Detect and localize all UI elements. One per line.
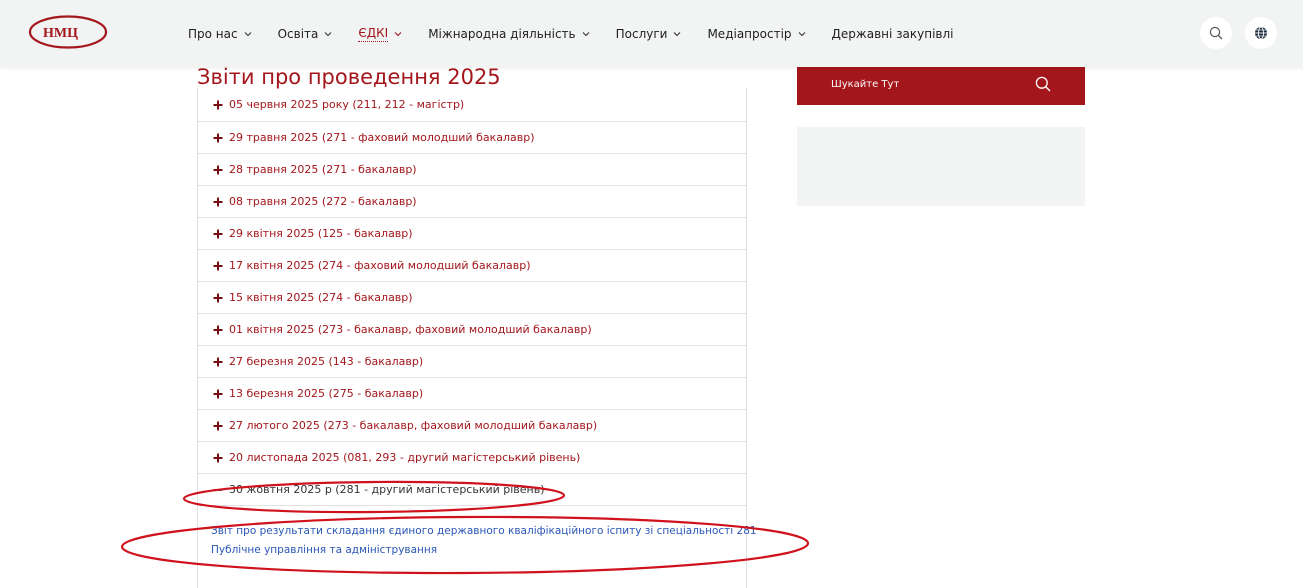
page-title: Звіти про проведення 2025 — [197, 65, 501, 89]
nmc-logo[interactable]: НМЦ — [28, 15, 108, 49]
language-button[interactable] — [1245, 17, 1277, 49]
nav-label: Медіапростір — [707, 26, 792, 41]
accordion-item[interactable]: 05 червня 2025 року (211, 212 - магістр) — [198, 88, 746, 122]
plus-icon — [213, 453, 223, 462]
accordion-item[interactable]: 17 квітня 2025 (274 - фаховий молодший б… — [198, 250, 746, 282]
site-header: НМЦ Про нас Освіта ЄДКІ Міжнародна діяль… — [0, 0, 1303, 67]
nav-label: ЄДКІ — [358, 25, 389, 42]
accordion-item-open[interactable]: 30 жовтня 2025 р (281 - другий магістерс… — [198, 474, 746, 506]
logo-text: НМЦ — [43, 26, 78, 41]
accordion-item-label: 01 квітня 2025 (273 - бакалавр, фаховий … — [229, 323, 592, 336]
plus-icon — [213, 357, 223, 366]
accordion-item-label: 27 березня 2025 (143 - бакалавр) — [229, 355, 424, 368]
chevron-down-icon — [798, 31, 805, 36]
nav-item-services[interactable]: Послуги — [616, 27, 682, 41]
nav-item-media[interactable]: Медіапростір — [707, 27, 805, 41]
nav-label: Міжнародна діяльність — [428, 26, 576, 41]
accordion-item-label: 08 травня 2025 (272 - бакалавр) — [229, 195, 417, 208]
nav-item-education[interactable]: Освіта — [278, 27, 333, 41]
accordion-item[interactable]: 13 березня 2025 (275 - бакалавр) — [198, 378, 746, 410]
chevron-down-icon — [244, 31, 251, 36]
sidebar-panel — [797, 127, 1085, 206]
accordion-item-label: 15 квітня 2025 (274 - бакалавр) — [229, 291, 413, 304]
chevron-down-icon — [325, 31, 332, 36]
search-icon[interactable] — [1035, 76, 1051, 92]
accordion-item[interactable]: 20 листопада 2025 (081, 293 - другий маг… — [198, 442, 746, 474]
nav-label: Державні закупівлі — [831, 26, 954, 41]
plus-icon — [213, 133, 223, 142]
chevron-down-icon — [674, 31, 681, 36]
plus-icon — [213, 197, 223, 206]
plus-icon — [213, 421, 223, 430]
report-link[interactable]: Звіт про результати складання єдиного де… — [211, 522, 757, 541]
accordion-item-label: 17 квітня 2025 (274 - фаховий молодший б… — [229, 259, 531, 272]
accordion-item[interactable]: 29 травня 2025 (271 - фаховий молодший б… — [198, 122, 746, 154]
nav-label: Освіта — [277, 26, 319, 41]
sidebar-search[interactable]: Шукайте Тут — [797, 64, 1085, 105]
accordion-item-label: 20 листопада 2025 (081, 293 - другий маг… — [229, 451, 581, 464]
accordion-item-label: 13 березня 2025 (275 - бакалавр) — [229, 387, 424, 400]
plus-icon — [213, 229, 223, 238]
main-nav: Про нас Освіта ЄДКІ Міжнародна діяльніст… — [188, 0, 979, 67]
nav-label: Послуги — [615, 26, 668, 41]
sidebar-search-placeholder: Шукайте Тут — [831, 79, 900, 90]
report-link-continuation[interactable]: Публічне управління та адміністрування — [211, 541, 746, 560]
plus-icon — [213, 325, 223, 334]
nav-item-procurement[interactable]: Державні закупівлі — [832, 27, 954, 41]
minus-icon — [213, 488, 223, 491]
accordion-item[interactable]: 15 квітня 2025 (274 - бакалавр) — [198, 282, 746, 314]
chevron-down-icon — [582, 31, 589, 36]
nav-item-international[interactable]: Міжнародна діяльність — [428, 27, 589, 41]
nav-item-about[interactable]: Про нас — [188, 27, 252, 41]
plus-icon — [213, 261, 223, 270]
accordion-item-label: 30 жовтня 2025 р (281 - другий магістерс… — [229, 483, 545, 496]
accordion-item[interactable]: 28 травня 2025 (271 - бакалавр) — [198, 154, 746, 186]
accordion-item-label: 28 травня 2025 (271 - бакалавр) — [229, 163, 417, 176]
accordion-item[interactable]: 08 травня 2025 (272 - бакалавр) — [198, 186, 746, 218]
plus-icon — [213, 165, 223, 174]
plus-icon — [213, 389, 223, 398]
plus-icon — [213, 100, 223, 109]
accordion-item[interactable]: 27 березня 2025 (143 - бакалавр) — [198, 346, 746, 378]
chevron-down-icon — [394, 31, 402, 36]
search-icon — [1209, 26, 1223, 40]
accordion-item[interactable]: 01 квітня 2025 (273 - бакалавр, фаховий … — [198, 314, 746, 346]
accordion-item-label: 05 червня 2025 року (211, 212 - магістр) — [229, 98, 465, 111]
nav-item-edki[interactable]: ЄДКІ — [358, 26, 402, 42]
nav-label: Про нас — [188, 26, 238, 41]
plus-icon — [213, 293, 223, 302]
reports-accordion: 05 червня 2025 року (211, 212 - магістр)… — [197, 88, 757, 588]
accordion-item[interactable]: 27 лютого 2025 (273 - бакалавр, фаховий … — [198, 410, 746, 442]
accordion-item-label: 27 лютого 2025 (273 - бакалавр, фаховий … — [229, 419, 598, 432]
accordion-item[interactable]: 29 квітня 2025 (125 - бакалавр) — [198, 218, 746, 250]
globe-icon — [1255, 26, 1267, 40]
accordion-item-label: 29 травня 2025 (271 - фаховий молодший б… — [229, 131, 535, 144]
accordion-content: Звіт про результати складання єдиного де… — [198, 506, 757, 560]
header-search-button[interactable] — [1200, 17, 1232, 49]
accordion-item-label: 29 квітня 2025 (125 - бакалавр) — [229, 227, 413, 240]
